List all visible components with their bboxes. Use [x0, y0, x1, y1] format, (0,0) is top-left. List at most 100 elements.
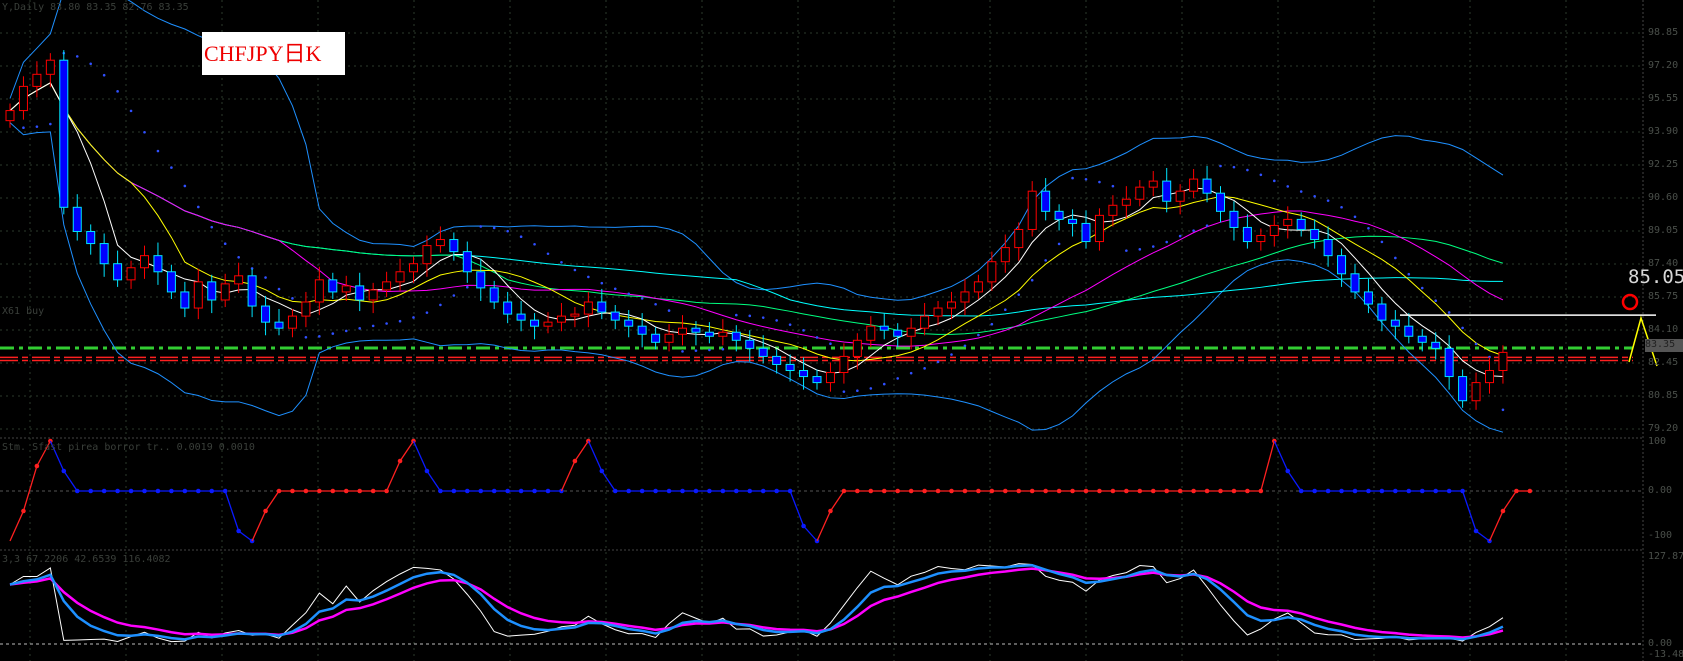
panel2-point	[343, 488, 349, 494]
sar-dot	[1259, 173, 1263, 177]
bull-candle	[1498, 351, 1508, 372]
panel2-segment	[560, 460, 576, 492]
sar-dot	[1313, 194, 1316, 198]
bull-candle	[18, 85, 28, 112]
panel3-signal-line	[9, 564, 1504, 641]
bull-candle	[987, 261, 997, 283]
panel2-segment	[1461, 490, 1477, 532]
panel2-segment	[412, 440, 428, 472]
price-chart[interactable]	[0, 0, 1683, 661]
bull-candle	[1135, 186, 1145, 200]
sar-dot	[654, 302, 657, 306]
bull-candle	[678, 327, 687, 335]
sar-dot	[1326, 199, 1330, 202]
sar-dot	[842, 390, 846, 393]
bull-candle	[1189, 178, 1199, 192]
panel2-point	[1056, 488, 1062, 494]
panel2-segment	[238, 530, 253, 542]
bear-candle	[113, 263, 123, 281]
price-axis-label: 93.90	[1648, 126, 1679, 137]
price-axis-label: 98.85	[1648, 27, 1679, 38]
sar-dot	[371, 324, 375, 328]
sar-dot	[183, 184, 187, 188]
panel2-point	[922, 488, 927, 494]
main-header: Y,Daily 83.80 83.35 82.76 83.35	[2, 2, 189, 13]
bear-candle	[1054, 210, 1064, 220]
panel2-point	[935, 488, 941, 494]
bear-candle	[1202, 178, 1212, 194]
panel2-point	[1527, 488, 1533, 494]
sar-dot	[587, 275, 590, 279]
panel2-point	[1137, 488, 1143, 494]
sar-dot	[1501, 408, 1505, 412]
panel2-point	[1433, 488, 1438, 494]
sar-dot	[909, 371, 913, 375]
panel2-point	[1231, 488, 1237, 494]
panel2-axis-label: 100	[1648, 436, 1667, 447]
bull-candle	[368, 289, 378, 301]
bull-candle	[920, 315, 930, 329]
bear-candle	[503, 301, 513, 315]
panel2-point	[989, 488, 995, 494]
sar-dot	[761, 316, 765, 319]
sar-dot	[640, 297, 644, 300]
sar-dot	[721, 347, 725, 351]
bear-candle	[166, 271, 176, 293]
sar-dot	[936, 360, 940, 364]
sar-dot	[560, 261, 563, 264]
bear-candle	[651, 333, 661, 343]
sar-dot	[452, 294, 456, 297]
current-price-tag: 83.35	[1645, 339, 1683, 352]
bull-candle	[5, 110, 15, 122]
bull-candle	[543, 321, 553, 327]
sar-dot	[479, 225, 483, 228]
panel2-point	[169, 488, 174, 494]
sar-dot	[331, 332, 335, 335]
bear-candle	[99, 243, 109, 265]
bull-candle	[435, 239, 445, 247]
panel2-point	[760, 488, 766, 494]
bull-candle	[718, 331, 728, 337]
panel2-point	[1379, 488, 1385, 494]
panel2-point	[142, 488, 147, 494]
sar-dot	[1474, 342, 1478, 346]
bear-candle	[328, 279, 338, 293]
bull-candle	[314, 279, 324, 303]
sar-dot	[1232, 165, 1236, 169]
sar-dot	[667, 309, 671, 312]
bull-candle	[973, 281, 983, 293]
sar-dot	[681, 350, 684, 353]
panel2-point	[518, 488, 524, 494]
panel2-segment	[265, 490, 280, 512]
bull-candle	[140, 255, 149, 269]
panel2-point	[491, 488, 497, 494]
panel2-point	[209, 488, 215, 494]
price-axis-label: 87.40	[1648, 258, 1679, 269]
bear-candle	[610, 311, 620, 321]
sar-dot	[412, 316, 415, 319]
bull-candle	[1269, 224, 1279, 237]
bear-candle	[247, 275, 257, 307]
sar-dot	[573, 268, 577, 272]
panel2-point	[115, 488, 120, 494]
panel2-point	[734, 488, 739, 494]
bear-candle	[1296, 218, 1306, 230]
sar-dot	[223, 242, 227, 246]
sar-dot	[963, 344, 967, 348]
panel2-point	[128, 488, 134, 494]
sar-dot	[344, 329, 348, 333]
bull-candle	[947, 301, 956, 309]
panel2-point	[196, 488, 201, 494]
sar-dot	[1205, 224, 1209, 227]
panel2-point	[357, 488, 363, 494]
panel2-segment	[399, 440, 415, 462]
panel2-point	[370, 488, 376, 494]
panel3-axis-label: 127.8793	[1648, 551, 1683, 562]
panel3-main-line	[9, 563, 1504, 643]
panel2-point	[1204, 488, 1210, 494]
sar-dot	[385, 322, 388, 325]
panel2-segment	[251, 510, 267, 542]
sar-dot	[425, 311, 429, 314]
bear-candle	[476, 271, 486, 289]
sar-dot	[1044, 259, 1047, 262]
